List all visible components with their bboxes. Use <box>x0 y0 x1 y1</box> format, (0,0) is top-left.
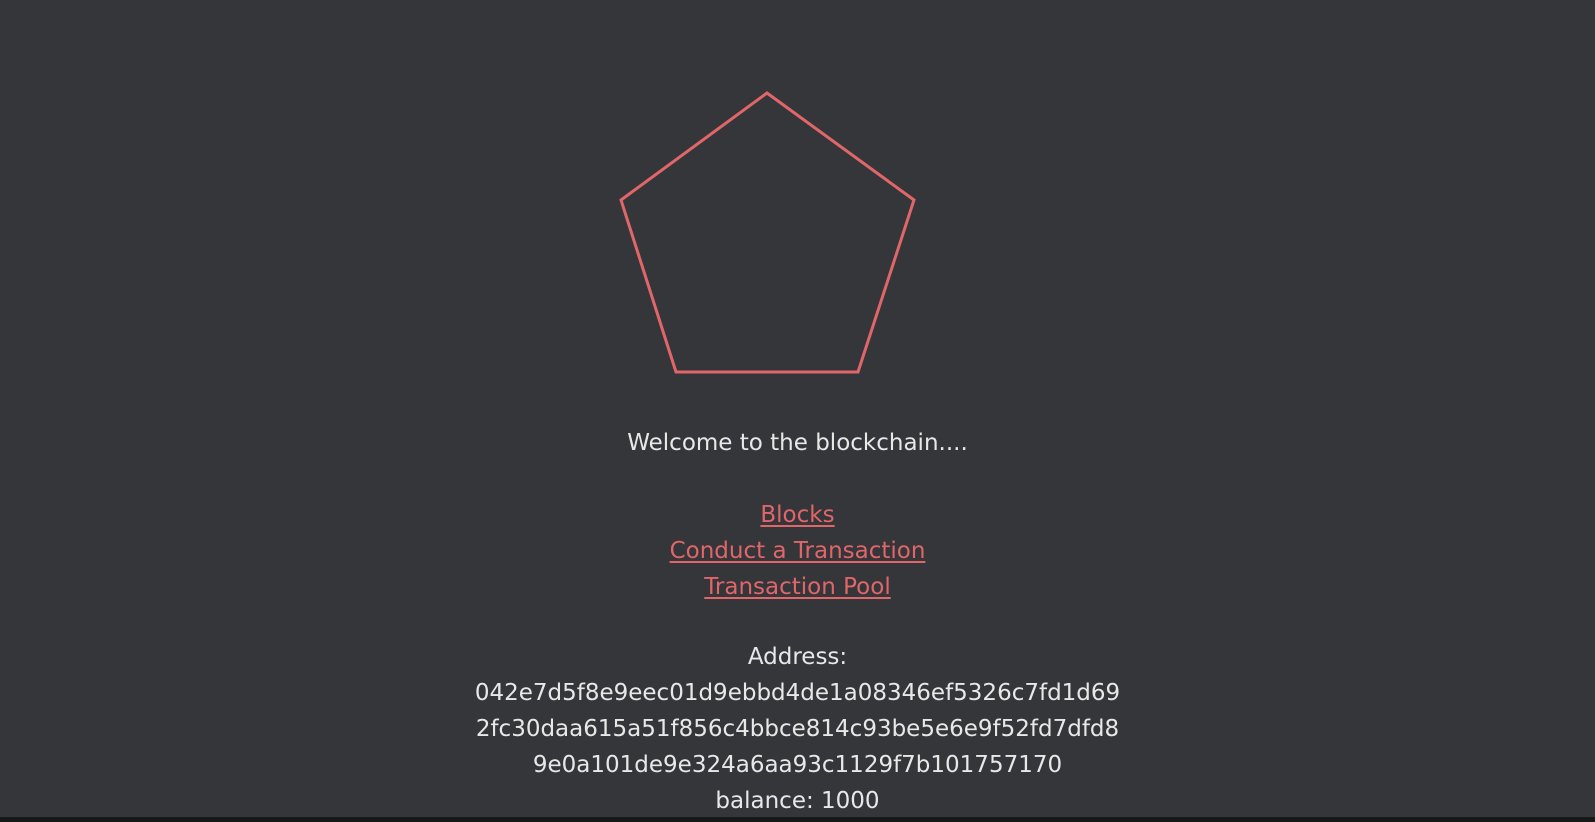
welcome-message: Welcome to the blockchain.... <box>627 430 968 456</box>
pentagon-outline <box>619 91 916 374</box>
address-line: 2fc30daa615a51f856c4bbce814c93be5e6e9f52… <box>475 716 1120 742</box>
main-content: Welcome to the blockchain.... Blocks Con… <box>0 425 1595 819</box>
blocks-link[interactable]: Blocks <box>760 497 834 533</box>
pentagon-logo-icon <box>619 91 916 374</box>
address-label: Address: <box>747 644 848 670</box>
balance-text: balance: 1000 <box>715 788 880 814</box>
transaction-pool-link[interactable]: Transaction Pool <box>704 569 890 605</box>
wallet-info: Address: 042e7d5f8e9eec01d9ebbd4de1a0834… <box>0 639 1595 819</box>
address-line: 042e7d5f8e9eec01d9ebbd4de1a08346ef5326c7… <box>474 680 1121 706</box>
address-line: 9e0a101de9e324a6aa93c1129f7b101757170 <box>532 752 1063 778</box>
conduct-transaction-link[interactable]: Conduct a Transaction <box>670 533 926 569</box>
bottom-edge-bar <box>0 817 1595 822</box>
navigation-links: Blocks Conduct a Transaction Transaction… <box>0 497 1595 605</box>
